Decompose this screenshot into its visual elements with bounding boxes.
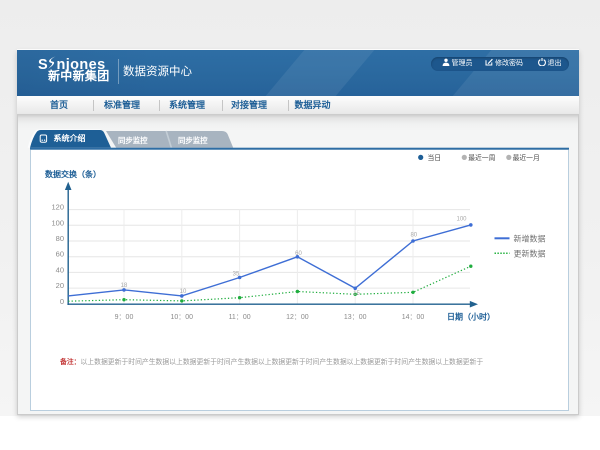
svg-text:10: 10: [180, 289, 187, 295]
svg-text:60: 60: [56, 250, 64, 259]
svg-text:同步监控: 同步监控: [178, 136, 208, 145]
svg-text:80: 80: [410, 233, 417, 239]
svg-text:14：00: 14：00: [402, 314, 425, 321]
svg-text:同步监控: 同步监控: [118, 136, 148, 145]
svg-text:18: 18: [121, 283, 128, 289]
svg-text:60: 60: [295, 251, 302, 257]
svg-text:20: 20: [56, 281, 64, 290]
svg-text:数据交换（条）: 数据交换（条）: [45, 169, 101, 179]
svg-text:100: 100: [456, 216, 467, 222]
svg-text:100: 100: [51, 218, 64, 227]
svg-text:最近一周: 最近一周: [468, 153, 495, 162]
svg-text:0: 0: [60, 297, 64, 306]
svg-text:最近一月: 最近一月: [513, 153, 540, 162]
svg-text:当日: 当日: [428, 153, 442, 162]
svg-text:40: 40: [56, 265, 64, 274]
svg-text:13：00: 13：00: [344, 314, 367, 321]
svg-text:12：00: 12：00: [286, 314, 309, 321]
svg-text:120: 120: [51, 203, 64, 212]
svg-text:系统介绍: 系统介绍: [54, 133, 86, 143]
svg-text:15: 15: [353, 291, 360, 297]
svg-text:11：00: 11：00: [229, 314, 251, 321]
svg-text:35: 35: [233, 272, 240, 278]
svg-text:80: 80: [56, 234, 64, 243]
svg-text:10：00: 10：00: [171, 314, 194, 321]
svg-text:更新数据: 更新数据: [514, 248, 546, 258]
svg-text:日期（小时）: 日期（小时）: [447, 311, 495, 321]
svg-text:新增数据: 新增数据: [514, 233, 546, 243]
svg-text:9：00: 9：00: [115, 314, 134, 321]
